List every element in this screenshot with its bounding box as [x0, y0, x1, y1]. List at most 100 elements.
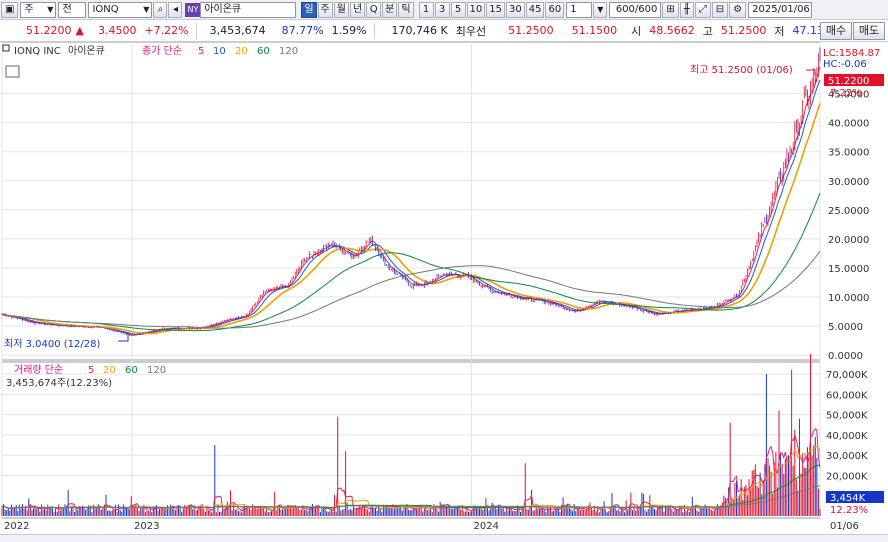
chart-background — [0, 42, 888, 534]
period-button[interactable]: 틱 — [398, 1, 414, 18]
count-value: 600/600 — [615, 3, 658, 15]
chevron-down-icon: ▼ — [47, 4, 54, 14]
volume-tick-label: 20,000K — [826, 471, 868, 482]
buy-button[interactable]: 매수 — [820, 22, 852, 40]
period-select[interactable]: 주 ▼ — [20, 1, 57, 18]
current-price-tag-text: 51.2200 — [828, 76, 869, 87]
price-change-pct: +7.22% — [144, 24, 189, 37]
price-tick-label: 20.0000 — [828, 235, 869, 246]
interval-button[interactable]: 30 — [506, 1, 525, 18]
high-label: 고 — [702, 24, 713, 38]
best-ask-price: 51.2500 — [508, 24, 554, 37]
interval-button[interactable]: 60 — [545, 1, 565, 18]
volume-ma-legend-item: 5 — [88, 365, 94, 376]
price-ma-legend-item: 5 — [198, 46, 204, 57]
quote-bar: 51.2200 ▲ 3.4500 +7.22% 3,453,674 87.77%… — [0, 20, 888, 42]
open-price: 48.5662 — [649, 24, 695, 37]
time-tick-label: 01/06 — [830, 521, 859, 532]
chart-settings-icon[interactable]: ▣ — [1, 1, 19, 18]
scale-icon[interactable]: ⊟ — [711, 1, 729, 18]
volume-tick-label: 70,000K — [826, 370, 868, 381]
interval-input[interactable]: 1 — [566, 1, 593, 18]
volume-info: 3,453,674주(12.23%) — [6, 378, 112, 389]
up-arrow-icon: ▲ — [75, 24, 84, 37]
time-tick-label: 2023 — [134, 521, 159, 532]
interval-button[interactable]: 45 — [525, 1, 545, 18]
chevron-down-icon[interactable]: ▼ — [593, 1, 608, 18]
interval-button[interactable]: 3 — [434, 1, 450, 18]
time-tick-label: 2024 — [474, 521, 499, 532]
period-button[interactable]: 월 — [333, 1, 349, 18]
grid-icon[interactable]: ⊞ — [662, 1, 679, 18]
volume-pct-tag: 12.23% — [830, 505, 868, 516]
price-tick-label: 5.0000 — [828, 322, 863, 333]
volume-ma-legend-item: 120 — [147, 365, 166, 376]
bar-icon[interactable]: ╫ — [679, 1, 694, 18]
price-tick-label: 15.0000 — [828, 264, 869, 275]
period-button[interactable]: 일 — [301, 1, 317, 18]
interval-button[interactable]: 15 — [486, 1, 506, 18]
sell-button[interactable]: 매도 — [853, 22, 885, 40]
symbol-input[interactable]: IONQ ▼ — [88, 1, 153, 18]
symbol-value: IONQ — [92, 3, 119, 15]
chevron-down-icon: ▼ — [143, 4, 150, 14]
current-price: 51.2200 — [26, 24, 72, 37]
price-ma-legend-item: 20 — [235, 46, 248, 57]
divider — [195, 22, 197, 39]
stock-full-name: IONQ INC — [14, 46, 61, 57]
turnover-pct: 1.59% — [331, 24, 367, 37]
sound-icon[interactable]: ◂ — [168, 1, 183, 18]
low-label: 저 — [774, 24, 785, 38]
volume-ma-legend-item: 60 — [125, 365, 138, 376]
best-ask-label: 최우선 — [455, 24, 487, 38]
date-input[interactable]: 2025/01/06 — [748, 1, 813, 18]
volume-ma-label: 거래량 단순 — [14, 364, 63, 376]
gear-icon[interactable]: ⚙ — [729, 1, 747, 18]
current-pct-tag: 7.22% — [830, 88, 862, 99]
line-icon[interactable]: ⤢ — [694, 1, 711, 18]
price-ma-legend-item: 120 — [279, 46, 298, 57]
mode-select-value: 전 — [62, 3, 72, 15]
interval-buttons: 1 3 5 10 15 30 45 60 — [418, 1, 565, 18]
price-tick-label: 30.0000 — [828, 177, 869, 188]
calculator-icon[interactable] — [5, 65, 20, 78]
low-annotation: 최저 3.0400 (12/28) — [4, 338, 100, 350]
chart-scrollbar[interactable] — [0, 534, 888, 542]
price-ma-label: 종가 단순 — [142, 45, 182, 57]
divider — [373, 22, 375, 39]
stock-chart[interactable]: 0.0000 5.0000 10.0000 15.0000 20.0000 25.0000… — [0, 42, 888, 534]
volume-tick-label: 50,000K — [826, 411, 868, 422]
period-button[interactable]: 년 — [349, 1, 366, 18]
period-button[interactable]: 분 — [382, 1, 398, 18]
price-change: 3.4500 — [97, 24, 137, 37]
mode-select[interactable]: 전 — [58, 1, 87, 18]
interval-button[interactable]: 1 — [418, 1, 434, 18]
volume-tick-label: 40,000K — [826, 431, 868, 442]
count-input[interactable]: 600/600 — [609, 1, 662, 18]
high-annotation: 최고 51.2500 (01/06) — [690, 64, 793, 76]
open-label: 시 — [631, 24, 642, 38]
stock-name-field[interactable]: 아이온큐 — [200, 1, 297, 18]
period-button[interactable]: Q — [366, 1, 382, 18]
exchange-badge: NY — [185, 2, 201, 17]
lc-value: LC:1584.87 — [823, 48, 880, 59]
interval-button[interactable]: 10 — [466, 1, 486, 18]
period-buttons: 일주월년Q분틱 — [300, 1, 414, 18]
interval-button[interactable]: 5 — [450, 1, 466, 18]
search-icon[interactable]: ⌕ — [153, 1, 168, 18]
price-tick-label: 25.0000 — [828, 206, 869, 217]
period-button[interactable]: 주 — [317, 1, 333, 18]
period-select-value: 주 — [24, 3, 34, 15]
volume-tick-label: 30,000K — [826, 451, 868, 462]
volume-ma-legend-item: 20 — [103, 365, 116, 376]
volume-tick-label: 60,000K — [826, 390, 868, 401]
price-tick-label: 10.0000 — [828, 293, 869, 304]
date-value: 2025/01/06 — [752, 3, 810, 15]
price-ma-legend-item: 10 — [213, 46, 226, 57]
chart-toolbar: ▣ 주 ▼ 전 IONQ ▼ ⌕ ◂ NY 아이온큐 일주월년Q분틱 1 3 5 10… — [0, 0, 888, 20]
hc-value: HC:-0.06 — [823, 59, 867, 70]
interval-value: 1 — [570, 3, 577, 15]
stock-korean-name: 아이온큐 — [68, 45, 105, 57]
volume-pct: 87.77% — [281, 24, 324, 37]
high-price: 51.2500 — [720, 24, 767, 37]
